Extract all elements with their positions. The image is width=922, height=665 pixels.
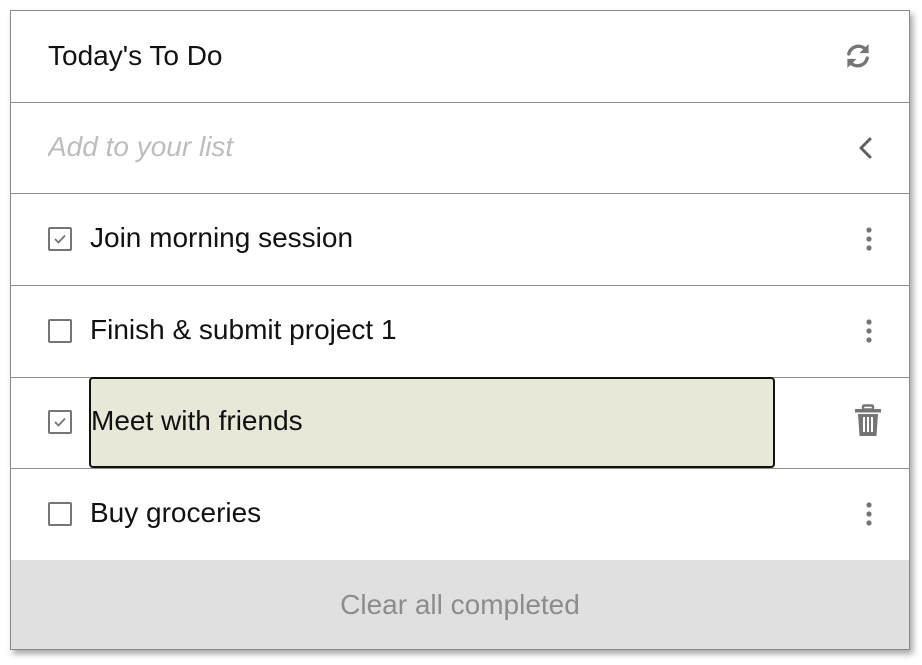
check-icon — [54, 417, 66, 427]
more-vert-icon[interactable] — [859, 224, 879, 254]
chevron-left-icon[interactable] — [853, 133, 877, 163]
item-checkbox-checked[interactable] — [48, 410, 72, 434]
item-edit-text[interactable]: Meet with friends — [91, 404, 303, 438]
todo-card: Today's To Do Join morning session — [10, 10, 910, 650]
item-label[interactable]: Join morning session — [90, 221, 353, 255]
refresh-icon[interactable] — [841, 39, 875, 73]
add-row — [11, 103, 909, 194]
clear-completed-button[interactable]: Clear all completed — [11, 560, 909, 649]
item-label[interactable]: Finish & submit project 1 — [90, 313, 397, 347]
check-icon — [54, 234, 66, 244]
list-item: Join morning session — [11, 194, 909, 286]
more-vert-icon[interactable] — [859, 499, 879, 529]
list-item: Buy groceries — [11, 469, 909, 561]
list-item-editing: Meet with friends — [11, 377, 909, 469]
list-item: Finish & submit project 1 — [11, 286, 909, 378]
page-title: Today's To Do — [48, 40, 223, 71]
trash-icon[interactable] — [853, 404, 883, 438]
item-checkbox[interactable] — [48, 502, 72, 526]
item-checkbox-checked[interactable] — [48, 227, 72, 251]
more-vert-icon[interactable] — [859, 316, 879, 346]
item-edit-field[interactable]: Meet with friends — [89, 377, 775, 468]
item-label[interactable]: Buy groceries — [90, 496, 261, 530]
header: Today's To Do — [11, 11, 909, 103]
add-item-input[interactable] — [48, 127, 808, 167]
item-checkbox[interactable] — [48, 319, 72, 343]
